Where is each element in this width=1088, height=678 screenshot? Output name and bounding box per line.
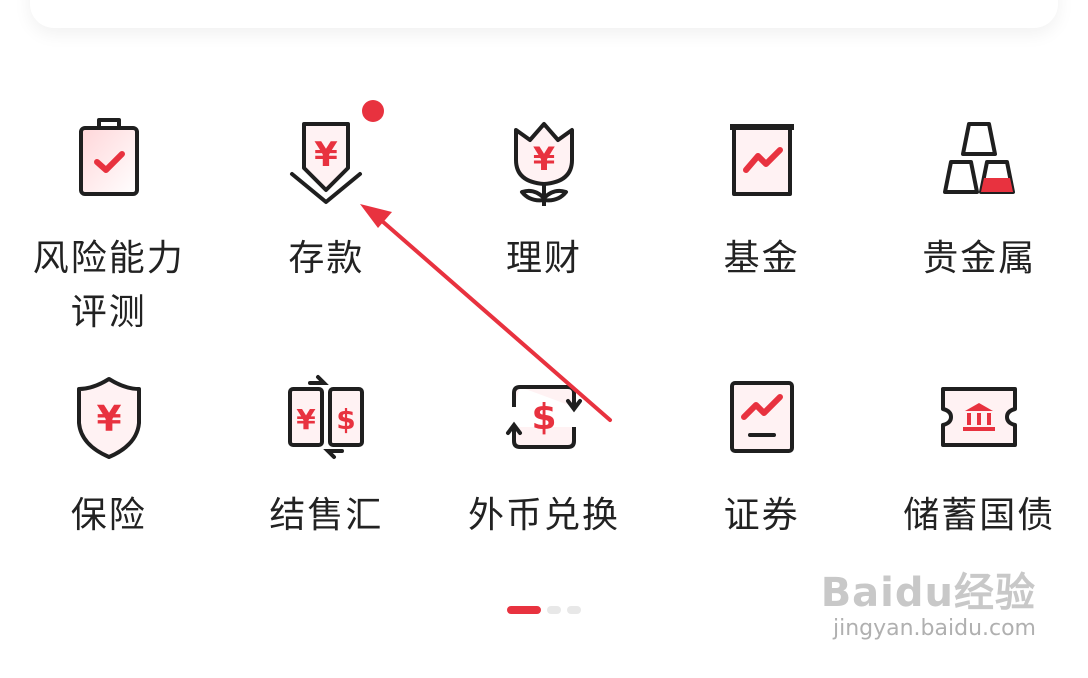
tile-label: 储蓄国债 xyxy=(903,495,1056,536)
watermark-url: jingyan.baidu.com xyxy=(832,616,1036,641)
tile-wealth-management[interactable]: ¥ 理财 xyxy=(435,100,653,357)
tile-fund[interactable]: 基金 xyxy=(653,100,871,357)
tile-deposit[interactable]: ¥ 存款 xyxy=(218,100,436,357)
tile-precious-metals[interactable]: 贵金属 xyxy=(870,100,1088,357)
deposit-yen-icon: ¥ xyxy=(276,100,385,210)
tile-currency-exchange[interactable]: $ 外币兑换 xyxy=(435,357,653,614)
fund-chart-icon xyxy=(712,110,812,210)
svg-text:¥: ¥ xyxy=(297,403,317,436)
notification-dot xyxy=(362,100,385,122)
dollar-exchange-icon: $ xyxy=(494,367,594,467)
page-dot[interactable] xyxy=(567,606,581,614)
svg-text:$: $ xyxy=(531,397,556,438)
svg-text:¥: ¥ xyxy=(533,140,555,178)
svg-text:¥: ¥ xyxy=(315,135,339,175)
clipboard-check-icon xyxy=(59,110,159,210)
tile-label: 贵金属 xyxy=(922,238,1037,279)
watermark-brand: Baidu经验 xyxy=(820,570,1036,616)
tile-risk-assessment[interactable]: 风险能力 评测 xyxy=(0,100,218,357)
page-dot[interactable] xyxy=(547,606,561,614)
securities-chart-icon xyxy=(712,367,812,467)
tile-forex-settlement[interactable]: ¥ $ 结售汇 xyxy=(218,357,436,614)
tile-label: 理财 xyxy=(505,238,582,279)
service-grid: 风险能力 评测 ¥ 存款 ¥ 理财 基金 贵金属 ¥ 保险 ¥ $ 结售汇 $ … xyxy=(0,100,1088,614)
tile-label: 证券 xyxy=(723,495,800,536)
tile-label: 结售汇 xyxy=(269,495,384,536)
tile-label: 基金 xyxy=(723,238,800,279)
watermark: Baidu经验 jingyan.baidu.com xyxy=(821,560,1036,641)
gold-bars-icon xyxy=(929,110,1029,210)
page-dot-active[interactable] xyxy=(507,606,541,614)
shield-yen-icon: ¥ xyxy=(59,367,159,467)
tulip-yen-icon: ¥ xyxy=(494,110,594,210)
tile-label: 保险 xyxy=(70,495,147,536)
tile-label: 外币兑换 xyxy=(467,495,620,536)
tile-insurance[interactable]: ¥ 保险 xyxy=(0,357,218,614)
svg-text:$: $ xyxy=(337,403,356,436)
tile-label: 风险能力 评测 xyxy=(32,238,185,333)
yen-dollar-exchange-icon: ¥ $ xyxy=(276,367,376,467)
tile-label: 存款 xyxy=(288,238,365,279)
bank-ticket-icon xyxy=(929,367,1029,467)
top-card xyxy=(30,0,1058,28)
svg-text:¥: ¥ xyxy=(96,399,121,440)
